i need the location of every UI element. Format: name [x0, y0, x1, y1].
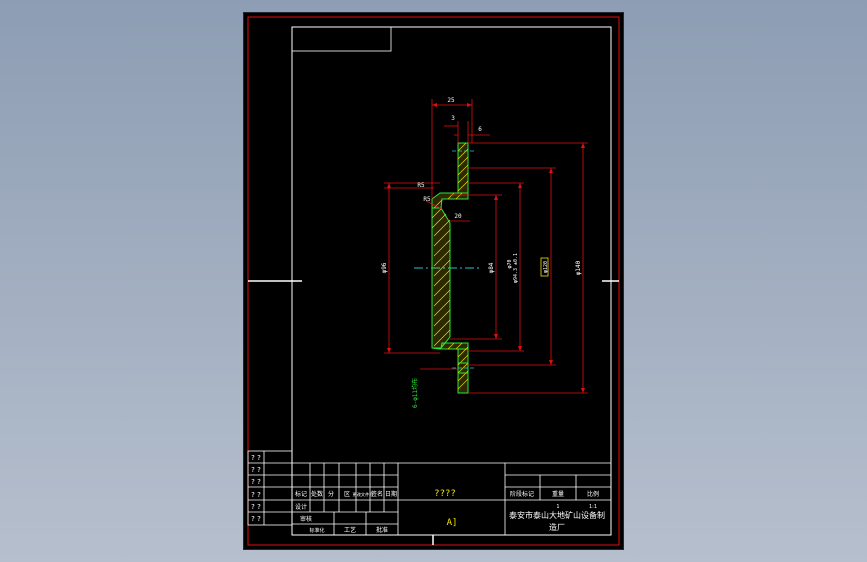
- rev-header-part: 分: [328, 490, 334, 498]
- design-label: 设计: [295, 503, 307, 511]
- company-line-1: 泰安市泰山大地矿山设备制: [509, 510, 605, 520]
- dim-inner-dia: φ84: [488, 262, 495, 273]
- stage-label: 阶段标记: [510, 490, 534, 498]
- weight-label: 重量: [552, 490, 564, 498]
- rev-header-count: 处数: [311, 490, 323, 498]
- review-label: 审核: [300, 515, 312, 523]
- approve-label: 批准: [376, 526, 388, 534]
- side-mark-5: ? ?: [251, 503, 261, 511]
- quantity-value: 1: [556, 504, 559, 510]
- scale-label: 比例: [587, 490, 599, 498]
- process-label: 工艺: [344, 526, 356, 534]
- company-line-2: 造厂: [549, 522, 565, 532]
- rev-header-sign: 签名: [371, 490, 383, 498]
- dim-flange-thickness: 3: [451, 115, 455, 122]
- dim-outer-dia: φ140: [575, 260, 582, 275]
- rev-header-date: 日期: [385, 490, 397, 498]
- part-section-view: [414, 142, 482, 394]
- drawing-name: ????: [434, 489, 456, 499]
- rev-header-mark: 标记: [295, 490, 307, 498]
- scale-value: 1:1: [589, 504, 597, 510]
- side-mark-6: ? ?: [251, 515, 261, 523]
- side-mark-4: ? ?: [251, 491, 261, 499]
- hole-note: 6-φ11均布: [411, 378, 419, 408]
- dimension-lines: [384, 99, 588, 394]
- dimension-arrows: [387, 103, 585, 393]
- dim-inner-step: 20: [454, 213, 462, 220]
- code-box: [291, 26, 392, 52]
- part-code: A]: [447, 518, 458, 528]
- standard-label: 标准化: [309, 527, 324, 534]
- dim-flange-offset: 6: [478, 126, 482, 133]
- side-mark-3: ? ?: [251, 478, 261, 486]
- rev-header-zone: 区: [344, 491, 350, 498]
- side-mark-2: ? ?: [251, 466, 261, 474]
- dim-bore: φ96: [381, 262, 388, 273]
- dim-boxed: φ120: [543, 261, 549, 273]
- dim-hub-tolerance: φ94.3 ±0.1: [513, 253, 519, 283]
- dim-radius-inner: R5: [423, 196, 431, 203]
- drawing-sheet: 25 3 6 R5 R5 20 φ96 φ84 φ70 φ94.3 ±0.1 φ…: [244, 13, 623, 549]
- dim-radius-outer: R5: [417, 182, 425, 189]
- side-mark-1: ? ?: [251, 454, 261, 462]
- dim-overall-width: 25: [447, 97, 455, 104]
